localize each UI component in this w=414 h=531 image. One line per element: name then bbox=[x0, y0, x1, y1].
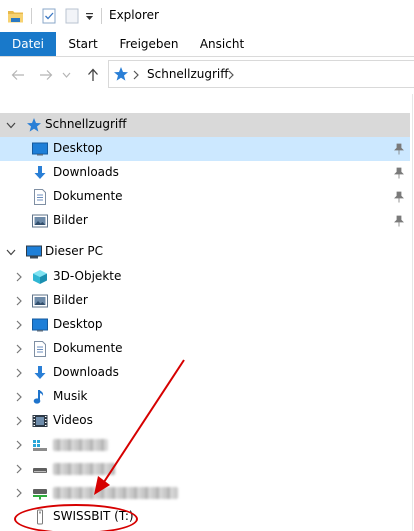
explorer-window: Explorer Datei Start Freigeben Ansicht S… bbox=[0, 0, 414, 531]
annotation-arrow bbox=[94, 359, 185, 495]
annotation-ellipse bbox=[14, 504, 138, 531]
